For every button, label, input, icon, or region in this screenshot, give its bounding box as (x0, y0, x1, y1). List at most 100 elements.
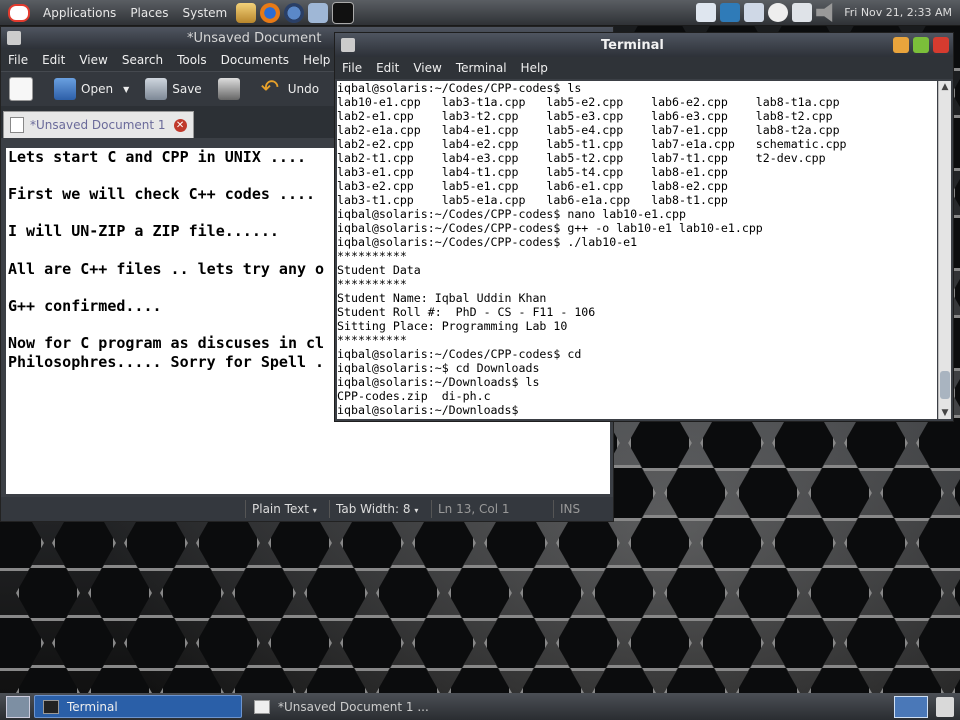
terminal-launcher-icon[interactable] (332, 1, 355, 24)
trash-icon[interactable] (936, 696, 954, 717)
hexagon-shape (592, 565, 656, 621)
menu-file[interactable]: File (335, 61, 369, 75)
menu-edit[interactable]: Edit (369, 61, 406, 75)
hexagon-shape (844, 615, 908, 671)
save-label: Save (172, 82, 202, 96)
terminal-line: lab2-e1.cpp lab3-t2.cpp lab5-e3.cpp lab6… (337, 109, 833, 123)
terminal-line: iqbal@solaris:~/Codes/CPP-codes$ g++ -o … (337, 221, 763, 235)
applications-menu[interactable]: Applications (36, 6, 123, 20)
hexagon-shape (628, 415, 692, 471)
network-icon[interactable] (720, 3, 741, 22)
menu-search[interactable]: Search (115, 53, 170, 67)
taskbar-gedit[interactable]: *Unsaved Document 1 ... (246, 696, 452, 717)
menu-tools[interactable]: Tools (170, 53, 214, 67)
terminal-icon (43, 699, 59, 714)
close-icon[interactable] (933, 37, 949, 53)
menu-help[interactable]: Help (296, 53, 337, 67)
home-folder-icon[interactable] (236, 2, 257, 23)
terminal-line: iqbal@solaris:~/Downloads$ (337, 403, 519, 417)
language-selector[interactable]: Plain Text ▾ (245, 500, 323, 518)
hexagon-shape (268, 615, 332, 671)
scroll-up-icon[interactable]: ▲ (939, 81, 951, 93)
minimize-icon[interactable] (893, 37, 909, 53)
menu-terminal[interactable]: Terminal (449, 61, 514, 75)
terminal-line: lab3-e2.cpp lab5-e1.cpp lab6-e1.cpp lab8… (337, 179, 728, 193)
firefox-icon[interactable] (260, 2, 281, 23)
insert-mode: INS (553, 500, 586, 518)
terminal-line: iqbal@solaris:~/Codes/CPP-codes$ ./lab10… (337, 235, 638, 249)
clock-icon[interactable] (768, 3, 789, 22)
hexagon-shape (916, 615, 960, 671)
volume-icon[interactable] (816, 3, 833, 22)
hexagon-shape (448, 565, 512, 621)
terminal-line: iqbal@solaris:~$ cd Downloads (337, 361, 540, 375)
hexagon-shape (376, 565, 440, 621)
close-tab-icon[interactable]: ✕ (173, 118, 187, 132)
terminal-output[interactable]: iqbal@solaris:~/Codes/CPP-codes$ ls lab10… (337, 81, 937, 419)
thunderbird-icon[interactable] (284, 2, 305, 23)
hexagon-shape (736, 565, 800, 621)
menu-view[interactable]: View (406, 61, 448, 75)
document-icon (10, 117, 24, 133)
save-button[interactable]: Save (137, 74, 209, 104)
hexagon-shape (772, 615, 836, 671)
menu-documents[interactable]: Documents (214, 53, 296, 67)
menu-help[interactable]: Help (514, 61, 555, 75)
terminal-line: lab3-t1.cpp lab5-e1a.cpp lab6-e1a.cpp la… (337, 193, 728, 207)
clipboard-icon[interactable] (744, 3, 765, 22)
language-label: Plain Text (252, 502, 309, 516)
terminal-titlebar[interactable]: Terminal (335, 33, 953, 57)
scrollbar-thumb[interactable] (940, 371, 950, 399)
undo-button[interactable]: ↶ Undo (253, 74, 327, 104)
hexagon-shape (772, 415, 836, 471)
oracle-logo-icon[interactable] (8, 3, 30, 22)
system-tray: Fri Nov 21, 2:33 AM (694, 0, 960, 25)
taskbar-terminal[interactable]: Terminal (34, 695, 242, 718)
hexagon-shape (664, 465, 728, 521)
tab-unsaved-document[interactable]: *Unsaved Document 1 ✕ (3, 111, 194, 138)
hexagon-shape (844, 515, 908, 571)
hexagon-shape (340, 515, 404, 571)
open-button[interactable]: Open ▼ (46, 74, 137, 104)
update-manager-icon[interactable] (792, 3, 813, 22)
window-menu-icon[interactable] (7, 31, 21, 45)
terminal-line: ********** (337, 333, 407, 347)
hexagon-shape (700, 415, 764, 471)
places-menu[interactable]: Places (123, 6, 175, 20)
menu-edit[interactable]: Edit (35, 53, 72, 67)
menu-view[interactable]: View (72, 53, 114, 67)
show-desktop-icon[interactable] (6, 695, 30, 718)
save-icon (145, 78, 168, 100)
update-icon[interactable] (308, 2, 329, 23)
hexagon-shape (808, 565, 872, 621)
hexagon-shape (880, 465, 944, 521)
clock-label[interactable]: Fri Nov 21, 2:33 AM (838, 6, 960, 19)
hexagon-shape (916, 515, 960, 571)
hexagon-shape (0, 615, 44, 671)
hexagon-shape (0, 515, 44, 571)
hexagon-shape (844, 415, 908, 471)
gedit-window-title: *Unsaved Document (187, 30, 322, 46)
print-button[interactable] (210, 74, 253, 104)
workspace-switcher[interactable] (894, 695, 928, 718)
monitor-icon[interactable] (696, 3, 717, 22)
terminal-line: iqbal@solaris:~/Codes/CPP-codes$ ls (337, 81, 582, 95)
hexagon-shape (52, 615, 116, 671)
system-menu[interactable]: System (175, 6, 234, 20)
text-editor-icon (254, 699, 270, 714)
new-button[interactable] (1, 74, 46, 104)
tab-width-selector[interactable]: Tab Width: 8 ▾ (329, 500, 424, 518)
top-panel: Applications Places System Fri Nov 21, 2… (0, 0, 960, 26)
scroll-down-icon[interactable]: ▼ (939, 407, 951, 419)
hexagon-shape (880, 565, 944, 621)
hexagon-shape (412, 615, 476, 671)
terminal-line: lab3-e1.cpp lab4-t1.cpp lab5-t4.cpp lab8… (337, 165, 728, 179)
terminal-line: ********** (337, 249, 407, 263)
maximize-icon[interactable] (913, 37, 929, 53)
terminal-line: lab2-t1.cpp lab4-e3.cpp lab5-t2.cpp lab7… (337, 151, 826, 165)
chevron-down-icon[interactable]: ▼ (123, 85, 129, 94)
hexagon-shape (484, 515, 548, 571)
menu-file[interactable]: File (1, 53, 35, 67)
terminal-scrollbar[interactable]: ▲ ▼ (938, 81, 951, 419)
window-menu-icon[interactable] (341, 38, 355, 52)
